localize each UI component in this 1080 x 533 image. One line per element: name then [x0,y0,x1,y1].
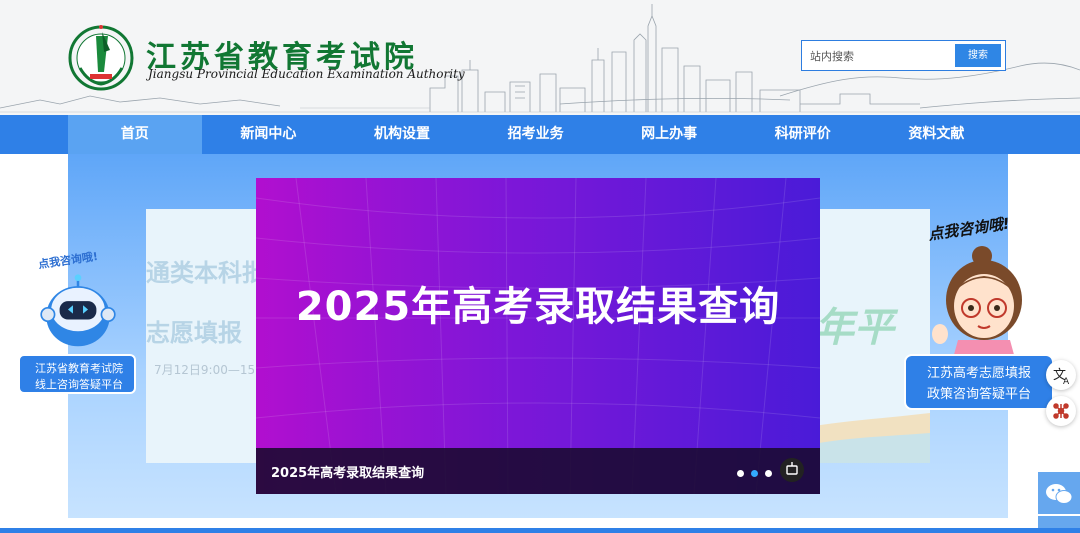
slide-caption-bar: 2025年高考录取结果查询 [256,448,820,494]
main-navigation: 首页 新闻中心 机构设置 招考业务 网上办事 科研评价 资料文献 [0,115,1080,154]
site-search: 搜索 [801,40,1006,71]
volunteer-consult-widget[interactable]: 点我咨询哦! 江苏高考志愿填报 政策咨询答疑平台 [904,214,1054,410]
robot-mascot-icon [40,274,116,347]
volunteer-consult-panel[interactable]: 江苏高考志愿填报 政策咨询答疑平台 [904,354,1054,410]
background-banner-text: 志愿填报 [146,319,242,347]
carousel-dot[interactable] [765,470,772,477]
site-title-english: Jiangsu Provincial Education Examination… [148,67,465,81]
slide-caption[interactable]: 2025年高考录取结果查询 [271,462,424,481]
wechat-icon [1046,484,1073,504]
online-consult-widget[interactable]: 点我咨询哦! 江苏省教育考试院 线上咨询答疑平台 [16,250,140,398]
carousel-dot[interactable] [737,470,744,477]
nav-item-admissions[interactable]: 招考业务 [469,115,603,154]
accessibility-button[interactable] [1046,396,1076,426]
nav-item-online-services[interactable]: 网上办事 [602,115,736,154]
nav-item-news[interactable]: 新闻中心 [202,115,336,154]
carousel-slide[interactable]: 2025年高考录取结果查询 2025年高考录取结果查询 [256,178,820,494]
consult-panel-line: 江苏省教育考试院 [35,362,123,375]
consult-panel-line: 政策咨询答疑平台 [926,387,1031,402]
consult-panel-line: 江苏高考志愿填报 [926,366,1031,381]
search-button[interactable]: 搜索 [955,44,1001,67]
site-header: 江苏省教育考试院 Jiangsu Provincial Education Ex… [0,0,1080,115]
carousel-dot-active[interactable] [751,470,758,477]
fullscreen-icon[interactable] [780,458,804,482]
network-icon [1053,403,1069,419]
nav-item-documents[interactable]: 资料文献 [870,115,1004,154]
search-input[interactable] [808,45,954,68]
svg-text:A: A [1063,377,1070,387]
background-banner-text: 7月12日9:00—15: [154,363,260,377]
nav-item-organization[interactable]: 机构设置 [335,115,469,154]
section-divider [0,528,1080,533]
exam-authority-emblem-icon [68,25,134,91]
translate-icon: 文 A [1053,368,1070,387]
background-banner-text: 年平 [814,305,894,351]
nav-item-home[interactable]: 首页 [68,115,202,154]
consult-bubble-text: 点我咨询哦! [927,214,1011,244]
translate-button[interactable]: 文 A [1046,360,1076,390]
slide-headline: 2025年高考录取结果查询 [295,284,781,330]
wechat-button[interactable] [1038,472,1080,514]
nav-item-research[interactable]: 科研评价 [736,115,870,154]
background-banner-text: 通类本科批 [146,259,266,287]
consult-panel-line: 线上咨询答疑平台 [35,378,123,391]
grid-pattern [256,178,820,494]
online-consult-panel[interactable]: 江苏省教育考试院 线上咨询答疑平台 [18,354,136,394]
girl-mascot-icon [932,246,1022,362]
